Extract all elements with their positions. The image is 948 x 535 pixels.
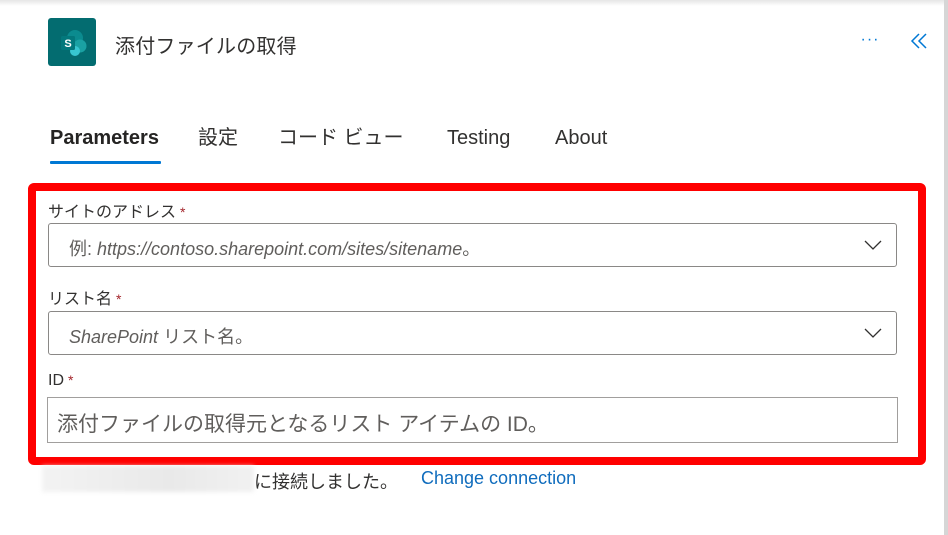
list-name-placeholder: SharePoint リスト名。 (69, 323, 253, 349)
required-marker: * (180, 204, 186, 220)
collapse-panel-button[interactable] (906, 26, 936, 56)
list-name-label-text: リスト名 (48, 291, 113, 308)
connection-status-text: に接続しました。 (254, 472, 398, 492)
list-name-dropdown[interactable]: SharePoint リスト名。 (48, 311, 897, 355)
scrollbar-track[interactable] (944, 0, 948, 535)
placeholder-url: https://contoso.sharepoint.com/sites/sit… (97, 239, 463, 259)
required-marker: * (116, 291, 122, 307)
more-options-button[interactable]: ··· (856, 28, 884, 56)
id-label-text: ID (48, 372, 64, 389)
active-tab-indicator (50, 161, 161, 164)
placeholder-suffix: 。 (462, 239, 481, 259)
placeholder-prefix: 例: (69, 239, 98, 259)
chevron-down-icon (864, 328, 882, 338)
placeholder-suffix: リスト名。 (158, 327, 254, 347)
sharepoint-letter: S (64, 38, 71, 50)
chevron-down-icon (864, 240, 882, 250)
top-shadow (0, 0, 948, 6)
placeholder-sharepoint: SharePoint (69, 327, 159, 347)
tab-about[interactable]: About (555, 124, 607, 164)
site-address-placeholder: 例: https://contoso.sharepoint.com/sites/… (69, 235, 480, 261)
site-address-label: サイトのアドレス * (48, 198, 185, 222)
action-details-panel: S 添付ファイルの取得 ··· Parameters 設定 コード ビュー Te… (0, 0, 948, 535)
site-address-dropdown[interactable]: 例: https://contoso.sharepoint.com/sites/… (48, 223, 897, 267)
change-connection-link[interactable]: Change connection (421, 468, 576, 489)
tab-code-view[interactable]: コード ビュー (278, 124, 404, 164)
tab-parameters[interactable]: Parameters (50, 124, 159, 164)
list-name-label: リスト名 * (48, 285, 121, 309)
id-label: ID * (48, 372, 73, 390)
double-chevron-left-icon (910, 33, 927, 49)
action-title: 添付ファイルの取得 (115, 36, 297, 58)
sharepoint-logo-icon: S (48, 18, 96, 66)
site-address-label-text: サイトのアドレス (48, 204, 177, 221)
required-marker: * (68, 372, 74, 388)
more-horizontal-icon: ··· (860, 31, 880, 48)
redacted-account (42, 466, 254, 492)
id-placeholder: 添付ファイルの取得元となるリスト アイテムの ID。 (57, 413, 549, 436)
tab-testing[interactable]: Testing (447, 124, 510, 164)
id-input[interactable]: 添付ファイルの取得元となるリスト アイテムの ID。 (47, 397, 898, 443)
tab-settings[interactable]: 設定 (198, 124, 238, 164)
